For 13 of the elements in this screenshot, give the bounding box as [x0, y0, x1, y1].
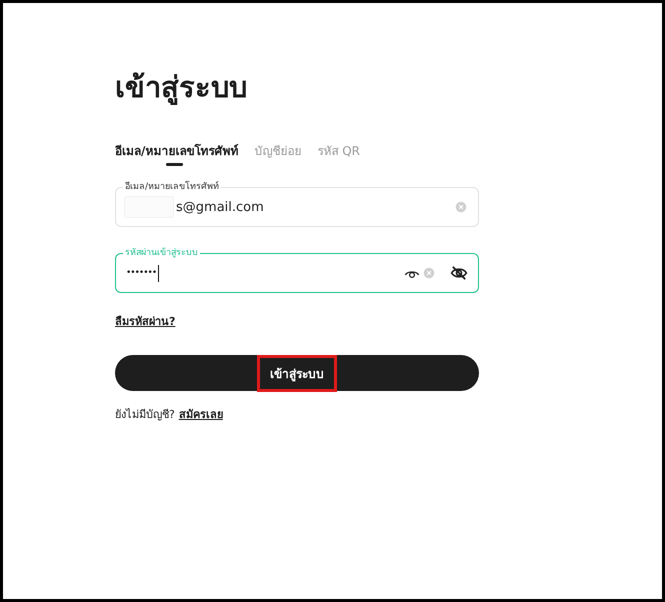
page-title: เข้าสู่ระบบ [115, 69, 248, 107]
eye-slash-icon[interactable] [450, 264, 468, 282]
field-value: s@gmail.com [176, 200, 264, 214]
signup-prompt: ยังไม่มีบัญชี? [115, 407, 175, 423]
signup-link[interactable]: สมัครเลย [178, 405, 223, 423]
forgot-password-link[interactable]: ลืมรหัสผ่าน? [115, 312, 176, 330]
field-value: ••••••• [126, 268, 156, 278]
highlight-box: เข้าสู่ระบบ [257, 354, 337, 392]
text-cursor [158, 264, 160, 282]
login-button[interactable]: เข้าสู่ระบบ [115, 355, 479, 391]
field-label: รหัสผ่านเข้าสู่ระบบ [123, 247, 200, 259]
tab[interactable]: อีเมล/หมายเลขโทรศัพท์ [115, 135, 238, 167]
field-label: อีเมล/หมายเลขโทรศัพท์ [123, 181, 222, 193]
